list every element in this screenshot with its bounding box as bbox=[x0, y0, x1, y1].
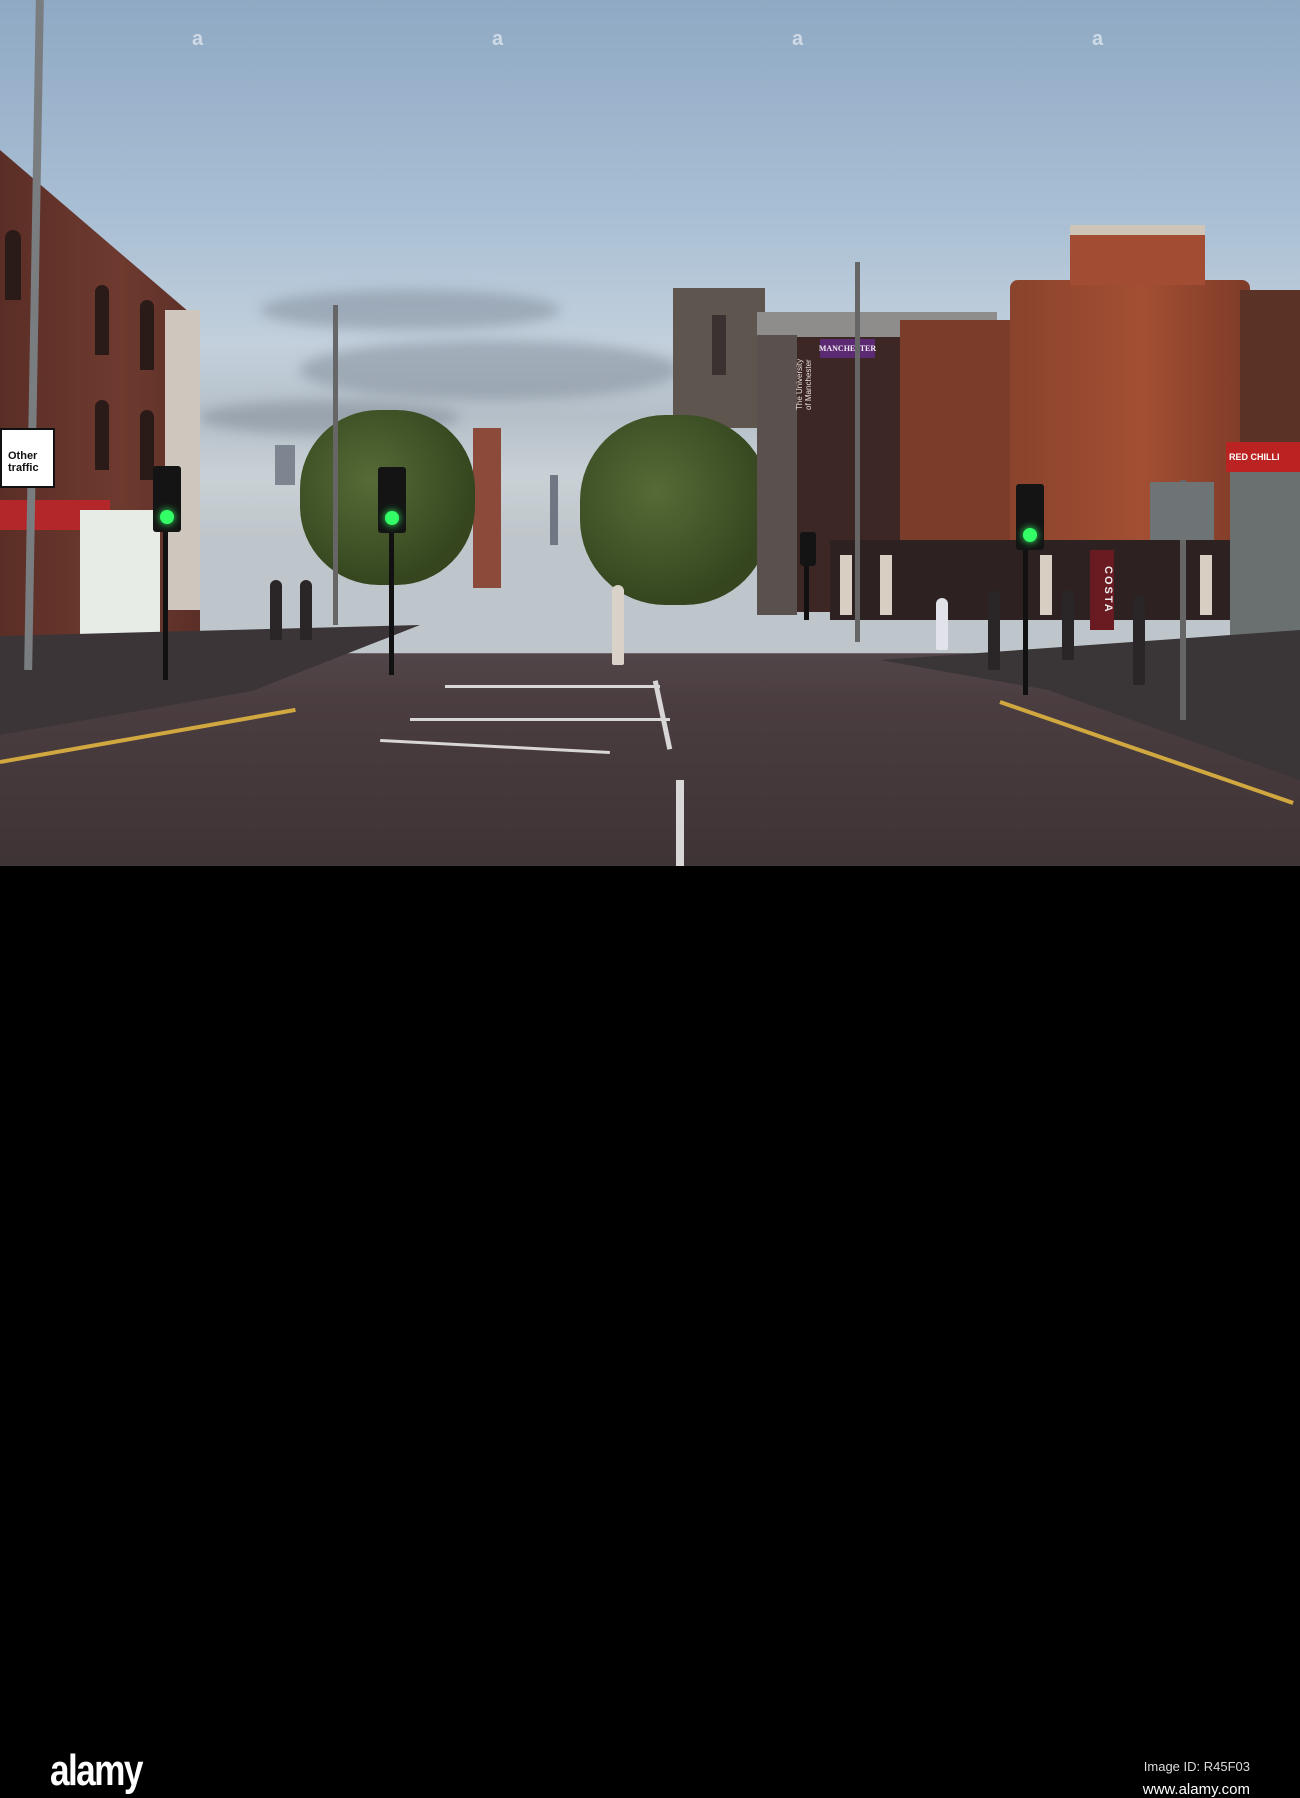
column bbox=[1040, 555, 1052, 615]
street-scene: MANCHESTER The University of Manchester … bbox=[0, 0, 1300, 866]
window bbox=[140, 410, 154, 480]
sign-back bbox=[1150, 482, 1214, 540]
pedestrian bbox=[988, 590, 1000, 670]
traffic-light bbox=[153, 466, 181, 532]
signal-pole bbox=[1023, 540, 1028, 695]
signal-pole bbox=[163, 520, 168, 680]
red-brick-tower bbox=[473, 428, 501, 588]
pedestrian bbox=[300, 580, 312, 640]
window bbox=[140, 300, 154, 370]
watermark-mark: a bbox=[492, 28, 504, 50]
column bbox=[1200, 555, 1212, 615]
university-wall-text: The University of Manchester bbox=[795, 358, 813, 410]
traffic-light bbox=[378, 467, 406, 533]
shopfront bbox=[80, 510, 160, 640]
alamy-logo: alamy bbox=[50, 1746, 143, 1795]
lamp-post bbox=[855, 262, 860, 642]
university-banner: MANCHESTER bbox=[819, 339, 876, 358]
traffic-light bbox=[1016, 484, 1044, 550]
traffic-light bbox=[800, 532, 816, 566]
pedestrian bbox=[270, 580, 282, 640]
watermark-bar: alamy Image ID: R45F03 www.alamy.com bbox=[0, 866, 1300, 1798]
shopfront bbox=[1230, 450, 1300, 640]
pedestrian bbox=[936, 598, 948, 650]
website-url: www.alamy.com bbox=[1142, 1781, 1250, 1798]
pedestrian bbox=[612, 585, 624, 665]
pedestrian bbox=[1133, 595, 1145, 685]
shop-sign: RED CHILLI bbox=[1226, 442, 1300, 472]
window bbox=[95, 400, 109, 470]
costa-sign: COSTA bbox=[1090, 550, 1114, 630]
watermark-mark: a bbox=[192, 28, 204, 50]
signal-pole bbox=[389, 520, 394, 675]
distant-tower bbox=[275, 445, 295, 485]
university-side-wall bbox=[757, 335, 797, 615]
column bbox=[880, 555, 892, 615]
distant-tower bbox=[550, 475, 558, 545]
watermark-mark: a bbox=[792, 28, 804, 50]
image-id: Image ID: R45F03 bbox=[1143, 1759, 1250, 1774]
window bbox=[95, 285, 109, 355]
pedestrian bbox=[1062, 590, 1074, 660]
column bbox=[840, 555, 852, 615]
watermark-mark: a bbox=[1092, 28, 1104, 50]
tree bbox=[580, 415, 770, 605]
signal-pole bbox=[804, 560, 809, 620]
road-marking bbox=[445, 685, 660, 688]
other-traffic-sign: Other traffic bbox=[0, 428, 55, 488]
road-marking bbox=[410, 718, 670, 721]
window bbox=[5, 230, 21, 300]
round-tower-top bbox=[1070, 225, 1205, 285]
stone-building bbox=[165, 310, 200, 610]
tower-window bbox=[712, 315, 726, 375]
cloud bbox=[300, 340, 680, 400]
road-marking bbox=[676, 780, 684, 866]
cloud bbox=[260, 290, 560, 330]
lamp-post bbox=[333, 305, 338, 625]
